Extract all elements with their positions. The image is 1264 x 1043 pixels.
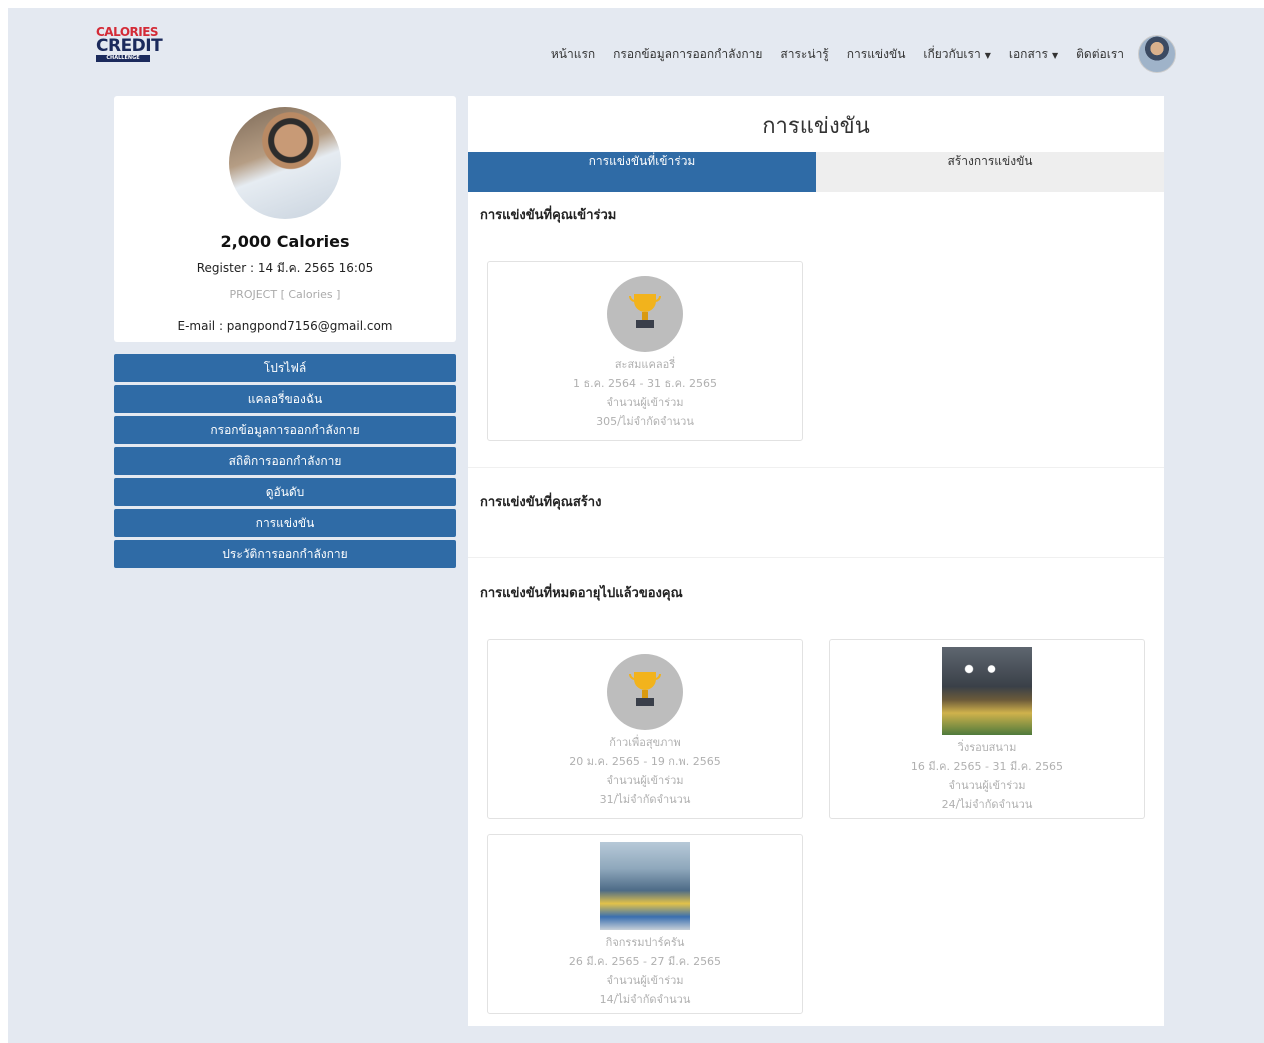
park-group-photo [600, 842, 690, 930]
card-dates: 20 ม.ค. 2565 - 19 ก.พ. 2565 [569, 755, 721, 768]
user-avatar[interactable] [1138, 35, 1176, 73]
section-joined-title: การแข่งขันที่คุณเข้าร่วม [480, 208, 617, 223]
menu-ranking-button[interactable]: ดูอันดับ [114, 478, 456, 506]
nav-documents-label: เอกสาร [1008, 46, 1048, 61]
menu-exercise-stats-button[interactable]: สถิติการออกกำลังกาย [114, 447, 456, 475]
nav-home[interactable]: หน้าแรก [551, 45, 595, 64]
register-date: Register : 14 มี.ค. 2565 16:05 [196, 261, 374, 275]
project-label: PROJECT [ Calories ] [229, 288, 341, 301]
profile-photo [229, 107, 341, 219]
competition-card[interactable]: สะสมแคลอรี่ 1 ธ.ค. 2564 - 31 ธ.ค. 2565 จ… [487, 261, 803, 441]
nav-competition[interactable]: การแข่งขัน [847, 45, 906, 64]
card-participants: 305/ไม่จำกัดจำนวน [596, 415, 694, 428]
section-divider [468, 467, 1164, 468]
nav-documents-dropdown[interactable]: เอกสาร ▼ [1009, 45, 1058, 64]
card-dates: 1 ธ.ค. 2564 - 31 ธ.ค. 2565 [572, 377, 718, 390]
logo-line-3: CHALLENGE [96, 55, 150, 62]
competition-panel: การแข่งขัน การแข่งขันที่เข้าร่วม สร้างกา… [468, 96, 1164, 1026]
card-name: ก้าวเพื่อสุขภาพ [609, 736, 681, 749]
page-title: การแข่งขัน [762, 114, 870, 139]
card-participants-label: จำนวนผู้เข้าร่วม [606, 774, 684, 787]
menu-my-calories-button[interactable]: แคลอรี่ของฉัน [114, 385, 456, 413]
card-dates: 16 มี.ค. 2565 - 31 มี.ค. 2565 [910, 760, 1064, 773]
card-participants: 14/ไม่จำกัดจำนวน [599, 993, 691, 1006]
trophy-icon [607, 654, 683, 730]
nav-exercise-entry[interactable]: กรอกข้อมูลการออกกำลังกาย [613, 45, 762, 64]
logo-line-2: CREDIT [96, 36, 163, 56]
caret-down-icon: ▼ [1051, 50, 1059, 60]
caret-down-icon: ▼ [984, 50, 991, 60]
card-participants-label: จำนวนผู้เข้าร่วม [606, 974, 684, 987]
card-name: วิ่งรอบสนาม [957, 741, 1017, 754]
section-created-title: การแข่งขันที่คุณสร้าง [480, 495, 602, 510]
card-name: สะสมแคลอรี่ [614, 358, 676, 371]
email-text: E-mail : pangpond7156@gmail.com [177, 319, 393, 333]
menu-competition-button[interactable]: การแข่งขัน [114, 509, 456, 537]
calories-total: 2,000 Calories [220, 232, 350, 251]
stadium-photo [942, 647, 1032, 735]
top-navbar: หน้าแรก กรอกข้อมูลการออกกำลังกาย สาระน่า… [533, 34, 1176, 74]
competition-card[interactable]: วิ่งรอบสนาม 16 มี.ค. 2565 - 31 มี.ค. 256… [829, 639, 1145, 819]
competition-tabs: การแข่งขันที่เข้าร่วม สร้างการแข่งขัน [468, 152, 1164, 192]
section-expired-title: การแข่งขันที่หมดอายุไปแล้วของคุณ [480, 586, 683, 601]
competition-card[interactable]: ก้าวเพื่อสุขภาพ 20 ม.ค. 2565 - 19 ก.พ. 2… [487, 639, 803, 819]
card-participants-label: จำนวนผู้เข้าร่วม [948, 779, 1026, 792]
card-name: กิจกรรมปาร์ครัน [605, 936, 685, 949]
menu-exercise-entry-button[interactable]: กรอกข้อมูลการออกกำลังกาย [114, 416, 456, 444]
nav-knowledge[interactable]: สาระน่ารู้ [780, 45, 828, 64]
menu-profile-button[interactable]: โปรไฟล์ [114, 354, 456, 382]
side-menu: โปรไฟล์ แคลอรี่ของฉัน กรอกข้อมูลการออกกำ… [114, 354, 456, 571]
competition-card[interactable]: กิจกรรมปาร์ครัน 26 มี.ค. 2565 - 27 มี.ค.… [487, 834, 803, 1014]
nav-about-dropdown[interactable]: เกี่ยวกับเรา ▼ [923, 45, 990, 64]
card-dates: 26 มี.ค. 2565 - 27 มี.ค. 2565 [568, 955, 722, 968]
nav-about-label: เกี่ยวกับเรา [923, 46, 981, 61]
tab-joined[interactable]: การแข่งขันที่เข้าร่วม [468, 152, 816, 192]
card-participants: 24/ไม่จำกัดจำนวน [941, 798, 1033, 811]
section-divider [468, 557, 1164, 558]
menu-exercise-history-button[interactable]: ประวัติการออกกำลังกาย [114, 540, 456, 568]
profile-card: 2,000 Calories Register : 14 มี.ค. 2565 … [114, 96, 456, 342]
tab-create[interactable]: สร้างการแข่งขัน [816, 152, 1164, 192]
card-participants-label: จำนวนผู้เข้าร่วม [606, 396, 684, 409]
site-logo[interactable]: CALORIES CREDIT CHALLENGE [96, 26, 163, 78]
card-participants: 31/ไม่จำกัดจำนวน [599, 793, 691, 806]
nav-contact[interactable]: ติดต่อเรา [1076, 45, 1124, 64]
trophy-icon [607, 276, 683, 352]
